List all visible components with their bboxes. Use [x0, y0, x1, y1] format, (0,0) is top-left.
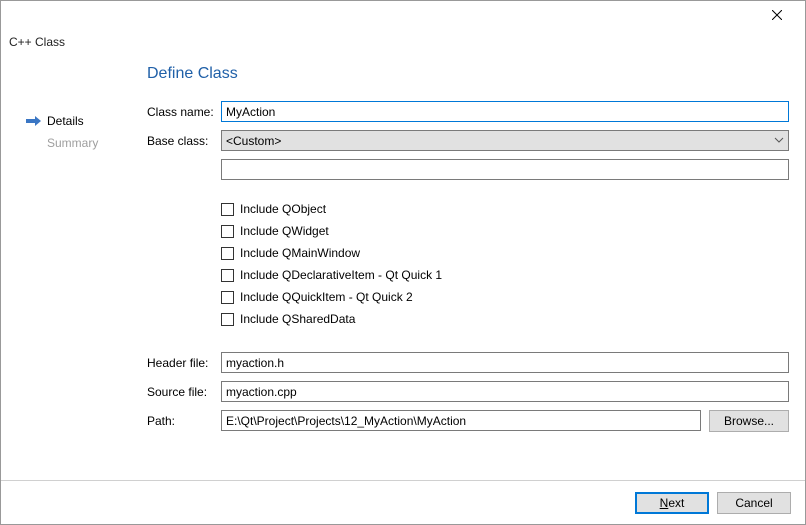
checkbox-icon [221, 269, 234, 282]
label-source-file: Source file: [147, 385, 221, 399]
arrow-right-icon [25, 115, 41, 127]
wizard-body: Details Summary Define Class Class name:… [1, 65, 805, 480]
row-source-file: Source file: [147, 381, 789, 402]
chevron-down-icon [774, 134, 784, 149]
checkbox-qdeclarativeitem[interactable]: Include QDeclarativeItem - Qt Quick 1 [221, 264, 789, 286]
row-base-class: Base class: <Custom> [147, 130, 789, 151]
class-name-input[interactable] [221, 101, 789, 122]
browse-button-label: Browse... [724, 414, 774, 428]
cancel-button-label: Cancel [735, 496, 772, 510]
close-icon [772, 10, 782, 20]
checkbox-icon [221, 225, 234, 238]
checkbox-label: Include QQuickItem - Qt Quick 2 [240, 290, 413, 304]
sidebar-item-summary[interactable]: Summary [25, 133, 147, 153]
page-heading: Define Class [147, 65, 789, 83]
next-button-label: Next [660, 496, 685, 510]
checkbox-qquickitem[interactable]: Include QQuickItem - Qt Quick 2 [221, 286, 789, 308]
cancel-button[interactable]: Cancel [717, 492, 791, 514]
row-header-file: Header file: [147, 352, 789, 373]
label-path: Path: [147, 414, 221, 428]
next-button[interactable]: Next [635, 492, 709, 514]
checkbox-icon [221, 313, 234, 326]
path-input[interactable] [221, 410, 701, 431]
checkbox-icon [221, 291, 234, 304]
checkbox-label: Include QDeclarativeItem - Qt Quick 1 [240, 268, 442, 282]
row-extra [147, 159, 789, 180]
base-class-value: <Custom> [226, 134, 281, 148]
checkbox-qmainwindow[interactable]: Include QMainWindow [221, 242, 789, 264]
base-class-select[interactable]: <Custom> [221, 130, 789, 151]
class-form: Class name: Base class: <Custom> [147, 101, 789, 432]
titlebar [1, 1, 805, 29]
label-header-file: Header file: [147, 356, 221, 370]
sidebar-item-label: Summary [47, 136, 98, 150]
checkbox-label: Include QObject [240, 202, 326, 216]
wizard-main: Define Class Class name: Base class: <Cu… [147, 65, 805, 480]
checkbox-qshareddata[interactable]: Include QSharedData [221, 308, 789, 330]
checkbox-label: Include QSharedData [240, 312, 355, 326]
wizard-sidebar: Details Summary [1, 65, 147, 480]
row-path: Path: Browse... [147, 410, 789, 432]
checkbox-icon [221, 203, 234, 216]
wizard-title: C++ Class [1, 29, 805, 49]
wizard-footer: Next Cancel [1, 480, 805, 524]
checkbox-qwidget[interactable]: Include QWidget [221, 220, 789, 242]
label-class-name: Class name: [147, 105, 221, 119]
browse-button[interactable]: Browse... [709, 410, 789, 432]
checkbox-icon [221, 247, 234, 260]
checkbox-label: Include QWidget [240, 224, 329, 238]
checkbox-label: Include QMainWindow [240, 246, 360, 260]
header-file-input[interactable] [221, 352, 789, 373]
checkbox-qobject[interactable]: Include QObject [221, 198, 789, 220]
row-class-name: Class name: [147, 101, 789, 122]
sidebar-item-label: Details [47, 114, 84, 128]
extra-input[interactable] [221, 159, 789, 180]
close-button[interactable] [757, 1, 797, 29]
sidebar-item-details[interactable]: Details [25, 111, 147, 131]
source-file-input[interactable] [221, 381, 789, 402]
include-options: Include QObject Include QWidget Include … [221, 198, 789, 330]
wizard-window: C++ Class Details Summary Define Class C… [0, 0, 806, 525]
label-base-class: Base class: [147, 134, 221, 148]
